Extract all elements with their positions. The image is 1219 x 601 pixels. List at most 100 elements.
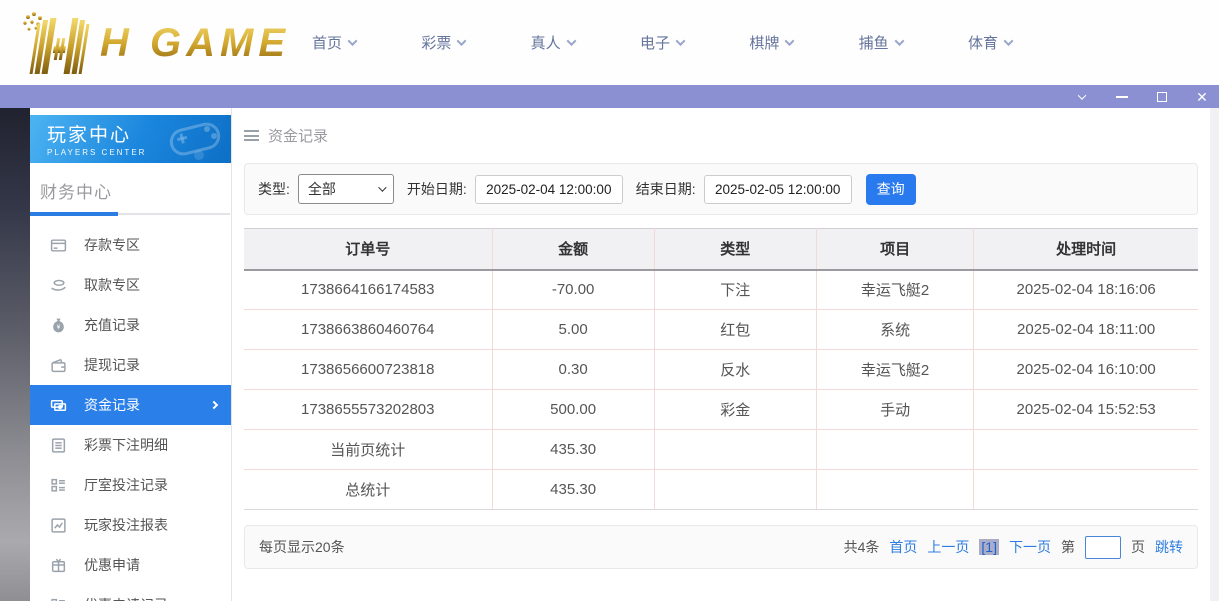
type-label: 类型: <box>258 179 290 199</box>
chevron-down-icon <box>1004 36 1014 46</box>
select-chevron-icon <box>378 183 386 191</box>
breadcrumb: 资金记录 <box>244 125 1198 146</box>
money-bag-icon: ¥ <box>50 317 67 334</box>
type-select[interactable]: 全部 <box>298 174 394 204</box>
first-page-link[interactable]: 首页 <box>889 537 917 557</box>
table-cell: 手动 <box>816 390 973 430</box>
total-count: 共4条 <box>844 537 880 557</box>
sidebar-item[interactable]: 彩票下注明细 <box>30 425 231 465</box>
list-icon <box>50 597 67 601</box>
sidebar-item-label: 提现记录 <box>84 355 140 375</box>
search-button[interactable]: 查询 <box>866 174 916 205</box>
sidebar-section-title: 财务中心 <box>40 178 231 203</box>
table-header-cell: 类型 <box>654 229 816 270</box>
table-header-cell: 处理时间 <box>974 229 1198 270</box>
nav-item[interactable]: 体育 <box>968 32 1012 53</box>
pagination-bar: 每页显示20条 共4条 首页 上一页 [1] 下一页 第 页 跳转 <box>244 525 1198 569</box>
chevron-down-icon <box>566 36 576 46</box>
table-cell: 当前页统计 <box>244 430 492 470</box>
sidebar-header: 玩家中心 PLAYERS CENTER <box>30 115 231 163</box>
sidebar-item-label: 存款专区 <box>84 235 140 255</box>
sidebar-item[interactable]: 优惠申请 <box>30 545 231 585</box>
minimize-icon[interactable] <box>1115 90 1129 104</box>
logo-h-icon <box>6 8 102 78</box>
sidebar-item-label: 资金记录 <box>84 395 140 415</box>
withdraw-hand-icon <box>50 277 67 294</box>
window-dropdown-chevron-icon[interactable] <box>1075 90 1089 104</box>
funds-record-table: 订单号金额类型项目处理时间 1738664166174583-70.00下注幸运… <box>244 228 1198 510</box>
nav-item[interactable]: 电子 <box>640 32 684 53</box>
sidebar-item-label: 优惠申请记录 <box>84 595 168 601</box>
table-cell: 435.30 <box>492 470 654 510</box>
document-icon <box>50 437 67 454</box>
start-date-input[interactable] <box>475 175 623 204</box>
table-cell: 2025-02-04 16:10:00 <box>974 350 1198 390</box>
sidebar-menu: 存款专区取款专区¥充值记录提现记录资金记录彩票下注明细厅室投注记录玩家投注报表优… <box>30 225 231 601</box>
end-date-label: 结束日期: <box>636 179 696 199</box>
sidebar-item[interactable]: 提现记录 <box>30 345 231 385</box>
main-content: 资金记录 类型: 全部 开始日期: 结束日期: 查询 订单号金额类型项目处理时间… <box>232 108 1210 601</box>
window-titlebar: ✕ <box>0 85 1219 108</box>
sidebar-item[interactable]: 存款专区 <box>30 225 231 265</box>
table-cell: 2025-02-04 18:11:00 <box>974 310 1198 350</box>
jump-button[interactable]: 跳转 <box>1155 537 1183 557</box>
jump-prefix-label: 第 <box>1061 537 1075 557</box>
chevron-down-icon <box>348 36 358 46</box>
nav-item-label: 真人 <box>531 32 561 53</box>
nav-item[interactable]: 首页 <box>312 32 356 53</box>
table-cell: 0.30 <box>492 350 654 390</box>
sidebar-item-label: 厅室投注记录 <box>84 475 168 495</box>
nav-item[interactable]: 彩票 <box>421 32 465 53</box>
end-date-input[interactable] <box>704 175 852 204</box>
page-jump-input[interactable] <box>1085 536 1121 559</box>
chevron-right-icon <box>210 401 218 409</box>
start-date-label: 开始日期: <box>407 179 467 199</box>
table-header-row: 订单号金额类型项目处理时间 <box>244 229 1198 270</box>
nav-item-label: 首页 <box>312 32 342 53</box>
table-body: 1738664166174583-70.00下注幸运飞艇22025-02-04 … <box>244 270 1198 510</box>
gift-icon <box>50 557 67 574</box>
current-page-indicator[interactable]: [1] <box>979 539 999 555</box>
sidebar-item[interactable]: 优惠申请记录 <box>30 585 231 601</box>
sidebar-item-label: 玩家投注报表 <box>84 515 168 535</box>
nav-item[interactable]: 真人 <box>531 32 575 53</box>
sidebar-section-underline <box>40 213 230 215</box>
page-title: 资金记录 <box>268 125 328 146</box>
nav-item[interactable]: 捕鱼 <box>859 32 903 53</box>
table-cell: 2025-02-04 15:52:53 <box>974 390 1198 430</box>
prev-page-link[interactable]: 上一页 <box>927 537 969 557</box>
sidebar-item[interactable]: 取款专区 <box>30 265 231 305</box>
maximize-icon[interactable] <box>1155 90 1169 104</box>
deposit-card-icon <box>50 237 67 254</box>
nav-item-label: 捕鱼 <box>859 32 889 53</box>
sidebar-item[interactable]: 资金记录 <box>30 385 231 425</box>
table-cell <box>654 430 816 470</box>
table-row: 17386566007238180.30反水幸运飞艇22025-02-04 16… <box>244 350 1198 390</box>
table-cell: 反水 <box>654 350 816 390</box>
sidebar-item[interactable]: 玩家投注报表 <box>30 505 231 545</box>
sidebar-item[interactable]: ¥充值记录 <box>30 305 231 345</box>
chevron-down-icon <box>785 36 795 46</box>
next-page-link[interactable]: 下一页 <box>1009 537 1051 557</box>
chevron-down-icon <box>457 36 467 46</box>
sidebar-item[interactable]: 厅室投注记录 <box>30 465 231 505</box>
table-cell: 幸运飞艇2 <box>816 350 973 390</box>
table-cell: -70.00 <box>492 270 654 310</box>
table-cell: 彩金 <box>654 390 816 430</box>
table-row: 当前页统计435.30 <box>244 430 1198 470</box>
table-cell: 幸运飞艇2 <box>816 270 973 310</box>
table-cell: 红包 <box>654 310 816 350</box>
sidebar-item-label: 取款专区 <box>84 275 140 295</box>
jump-suffix-label: 页 <box>1131 537 1145 557</box>
top-header: H GAME 首页 彩票 真人 电子 棋牌 捕鱼 体育 <box>0 0 1219 85</box>
table-cell <box>816 470 973 510</box>
desktop-backdrop-right <box>1210 108 1219 601</box>
table-cell: 5.00 <box>492 310 654 350</box>
app-window: 玩家中心 PLAYERS CENTER 财务中心 存款专区取款专区 ¥充值记录提现… <box>30 108 1210 601</box>
nav-item[interactable]: 棋牌 <box>749 32 793 53</box>
logo[interactable]: H GAME <box>6 8 290 78</box>
close-icon[interactable]: ✕ <box>1195 90 1209 104</box>
hamburger-icon[interactable] <box>244 130 259 141</box>
sidebar-item-label: 优惠申请 <box>84 555 140 575</box>
table-row: 1738655573202803500.00彩金手动2025-02-04 15:… <box>244 390 1198 430</box>
